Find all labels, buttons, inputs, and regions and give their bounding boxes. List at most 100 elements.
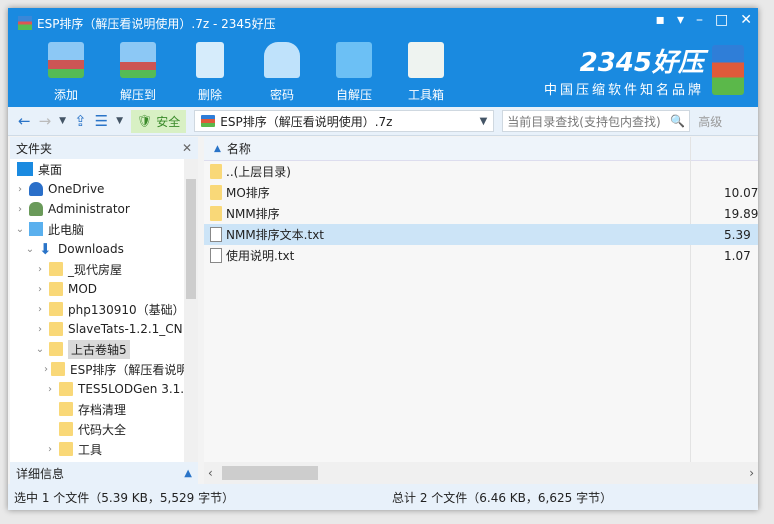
add-icon	[48, 42, 84, 78]
tree-label: 上古卷轴5	[68, 339, 130, 359]
file-row[interactable]: NMM排序 19.89	[204, 203, 758, 224]
tree-item[interactable]: › _现代房屋	[10, 259, 198, 279]
view-list-icon[interactable]: ☰	[95, 112, 108, 130]
toolbox-button[interactable]: 工具箱	[390, 38, 462, 107]
advanced-search-link[interactable]: 高级	[698, 113, 722, 130]
folder-icon	[59, 442, 73, 456]
feedback-icon[interactable]: ▪	[656, 12, 666, 28]
file-name: NMM排序文本.txt	[226, 228, 325, 242]
text-file-icon	[210, 248, 222, 263]
chevron-right-icon[interactable]: ›	[14, 204, 26, 215]
chevron-down-icon[interactable]: ⌄	[24, 244, 36, 255]
view-dropdown-icon[interactable]: ▼	[116, 116, 123, 126]
search-icon[interactable]: 🔍	[670, 114, 685, 128]
tree-label: 工具	[78, 442, 103, 457]
delete-button[interactable]: 删除	[174, 38, 246, 107]
tree-label: 存档清理	[78, 402, 127, 417]
file-size: 10.07	[724, 185, 758, 200]
chevron-right-icon[interactable]: ›	[34, 304, 46, 315]
scroll-right-icon[interactable]: ›	[749, 466, 754, 480]
tree-item[interactable]: › TES5LODGen 3.1.2	[10, 379, 198, 399]
forward-icon[interactable]: →	[39, 112, 52, 130]
tree-item[interactable]: › MOD	[10, 279, 198, 299]
shield-icon: 🛡	[137, 114, 153, 128]
folder-panel-title: 文件夹	[16, 141, 53, 156]
tree-label: 桌面	[38, 162, 63, 177]
chevron-right-icon[interactable]: ›	[34, 284, 46, 295]
lock-icon	[264, 42, 300, 78]
scrollbar-thumb[interactable]	[222, 466, 318, 480]
column-name-header[interactable]: 名称	[227, 140, 251, 157]
brand-box-icon	[712, 45, 744, 95]
sfx-button[interactable]: 自解压	[318, 38, 390, 107]
tree-item[interactable]: 存档清理	[10, 399, 198, 419]
file-name: ..(上层目录)	[226, 165, 291, 179]
close-button[interactable]: ✕	[740, 12, 752, 28]
text-file-icon	[210, 227, 222, 242]
scrollbar-thumb[interactable]	[186, 179, 196, 299]
tree-item[interactable]: › ESP排序（解压看说明使用）.7z	[10, 359, 198, 379]
back-icon[interactable]: ←	[18, 112, 31, 130]
tree-item[interactable]: › 工具	[10, 439, 198, 459]
chevron-down-icon[interactable]: ⌄	[34, 344, 46, 355]
history-dropdown-icon[interactable]: ▼	[59, 116, 66, 126]
search-placeholder: 当前目录查找(支持包内查找)	[507, 114, 661, 129]
chevron-right-icon[interactable]: ›	[44, 364, 48, 375]
menu-icon[interactable]: ▾	[677, 12, 684, 28]
search-input[interactable]: 当前目录查找(支持包内查找) 🔍	[502, 110, 691, 132]
collapse-up-icon[interactable]: ▲	[184, 468, 192, 479]
details-header[interactable]: 详细信息 ▲	[10, 462, 198, 484]
desktop-icon	[17, 162, 33, 176]
status-bar: 选中 1 个文件（5.39 KB，5,529 字节） 总计 2 个文件（6.46…	[8, 484, 758, 510]
path-field[interactable]: ESP排序（解压看说明使用）.7z ▼	[194, 110, 495, 132]
folder-icon	[49, 322, 63, 336]
add-label: 添加	[53, 88, 78, 102]
chevron-right-icon[interactable]: ›	[34, 264, 46, 275]
file-row-parent[interactable]: ..(上层目录)	[204, 161, 758, 182]
horizontal-scrollbar[interactable]: ‹ ›	[204, 462, 758, 484]
cloud-icon	[29, 182, 43, 196]
folder-icon	[210, 164, 222, 179]
close-panel-icon[interactable]: ✕	[182, 141, 192, 155]
tree-item[interactable]: 代码大全	[10, 419, 198, 439]
app-window: ESP排序（解压看说明使用）.7z - 2345好压 ▪ ▾ – □ ✕ 添加 …	[8, 8, 758, 510]
tree-item-selected[interactable]: ⌄ 上古卷轴5	[10, 339, 198, 359]
safe-badge[interactable]: 🛡 安全	[131, 109, 187, 133]
file-size: 5.39	[724, 227, 751, 242]
path-dropdown-icon[interactable]: ▼	[480, 116, 488, 127]
folder-icon	[59, 422, 73, 436]
chevron-right-icon[interactable]: ›	[14, 184, 26, 195]
brand-slogan: 中国压缩软件知名品牌	[543, 83, 704, 98]
folder-icon	[49, 262, 63, 276]
file-row[interactable]: 使用说明.txt 1.07	[204, 245, 758, 266]
tree-item[interactable]: › php130910（基础）	[10, 299, 198, 319]
scroll-left-icon[interactable]: ‹	[208, 466, 213, 480]
tree-label: 此电脑	[48, 222, 85, 237]
chevron-right-icon[interactable]: ›	[34, 324, 46, 335]
delete-label: 删除	[197, 88, 222, 102]
minimize-button[interactable]: –	[696, 12, 703, 28]
chevron-right-icon[interactable]: ›	[44, 444, 56, 455]
password-button[interactable]: 密码	[246, 38, 318, 107]
tree-item-this-pc[interactable]: ⌄ 此电脑	[10, 219, 198, 239]
tree-item-downloads[interactable]: ⌄ ⬇ Downloads	[10, 239, 198, 259]
tree-item[interactable]: › SlaveTats-1.2.1_CN	[10, 319, 198, 339]
tree-item-desktop[interactable]: 桌面	[10, 159, 198, 179]
tree-item-onedrive[interactable]: › OneDrive	[10, 179, 198, 199]
tree-label: php130910（基础）	[68, 302, 185, 317]
tree-label: 代码大全	[78, 422, 127, 437]
add-button[interactable]: 添加	[30, 38, 102, 107]
chevron-down-icon[interactable]: ⌄	[14, 224, 26, 235]
file-row[interactable]: MO排序 10.07	[204, 182, 758, 203]
tree-scrollbar[interactable]	[184, 159, 198, 462]
file-row-selected[interactable]: NMM排序文本.txt 5.39	[204, 224, 758, 245]
up-folder-icon[interactable]: ⇪	[74, 112, 87, 130]
chevron-right-icon[interactable]: ›	[44, 384, 56, 395]
extract-button[interactable]: 解压到	[102, 38, 174, 107]
extract-icon	[120, 42, 156, 78]
tree-item-administrator[interactable]: › Administrator	[10, 199, 198, 219]
safe-label: 安全	[156, 114, 181, 129]
user-icon	[29, 202, 43, 216]
maximize-button[interactable]: □	[715, 12, 728, 28]
extract-label: 解压到	[119, 88, 156, 102]
